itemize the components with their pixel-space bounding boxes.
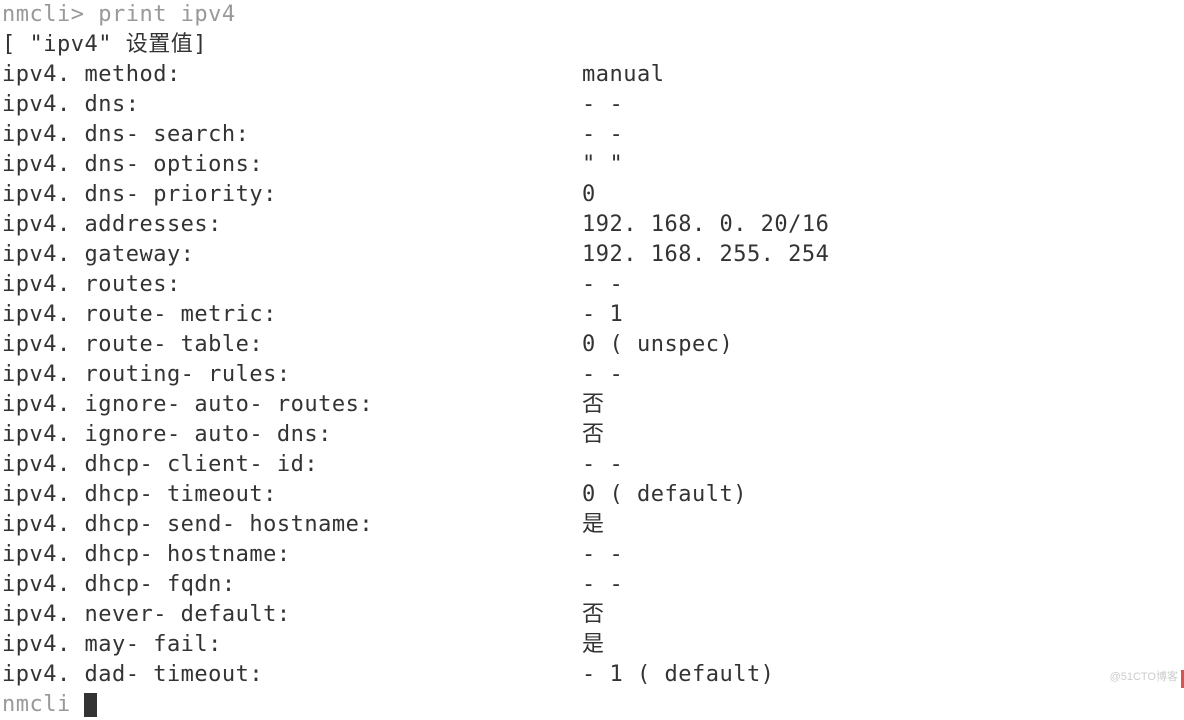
- property-key: ipv4. dns- options:: [2, 150, 582, 180]
- property-key: ipv4. dns:: [2, 90, 582, 120]
- property-key: ipv4. routing- rules:: [2, 360, 582, 390]
- terminal-output[interactable]: nmcli> print ipv4 [ "ipv4" 设置值] ipv4. me…: [0, 0, 1184, 720]
- property-value: 否: [582, 390, 605, 420]
- property-key: ipv4. never- default:: [2, 600, 582, 630]
- property-value: manual: [582, 60, 664, 90]
- cursor-block: [84, 693, 97, 717]
- property-value: 0: [582, 180, 596, 210]
- property-value: 是: [582, 510, 605, 540]
- property-key: ipv4. dns- search:: [2, 120, 582, 150]
- property-row: ipv4. dad- timeout:- 1 ( default): [2, 660, 1182, 690]
- property-row: ipv4. dhcp- fqdn:- -: [2, 570, 1182, 600]
- property-value: - -: [582, 540, 623, 570]
- property-key: ipv4. dhcp- hostname:: [2, 540, 582, 570]
- property-value: 否: [582, 420, 605, 450]
- properties-list: ipv4. method:manualipv4. dns:- -ipv4. dn…: [2, 60, 1182, 690]
- property-key: ipv4. dad- timeout:: [2, 660, 582, 690]
- property-value: - -: [582, 90, 623, 120]
- property-row: ipv4. dns- options:" ": [2, 150, 1182, 180]
- property-row: ipv4. route- metric:- 1: [2, 300, 1182, 330]
- property-key: ipv4. addresses:: [2, 210, 582, 240]
- property-row: ipv4. may- fail:是: [2, 630, 1182, 660]
- property-key: ipv4. dhcp- client- id:: [2, 450, 582, 480]
- property-value: - -: [582, 270, 623, 300]
- property-value: - -: [582, 450, 623, 480]
- property-key: ipv4. gateway:: [2, 240, 582, 270]
- property-key: ipv4. dns- priority:: [2, 180, 582, 210]
- property-value: 192. 168. 0. 20/16: [582, 210, 829, 240]
- property-value: - 1: [582, 300, 623, 330]
- property-row: ipv4. dhcp- hostname:- -: [2, 540, 1182, 570]
- property-row: ipv4. ignore- auto- routes:否: [2, 390, 1182, 420]
- property-key: ipv4. method:: [2, 60, 582, 90]
- property-value: - -: [582, 570, 623, 600]
- property-value: " ": [582, 150, 623, 180]
- property-key: ipv4. dhcp- send- hostname:: [2, 510, 582, 540]
- property-key: ipv4. dhcp- timeout:: [2, 480, 582, 510]
- property-key: ipv4. route- metric:: [2, 300, 582, 330]
- command-line: nmcli> print ipv4: [2, 0, 1182, 30]
- property-value: 192. 168. 255. 254: [582, 240, 829, 270]
- property-key: ipv4. routes:: [2, 270, 582, 300]
- property-row: ipv4. gateway:192. 168. 255. 254: [2, 240, 1182, 270]
- property-row: ipv4. dhcp- send- hostname:是: [2, 510, 1182, 540]
- property-row: ipv4. dns- search:- -: [2, 120, 1182, 150]
- section-header: [ "ipv4" 设置值]: [2, 30, 1182, 60]
- property-value: 0 ( default): [582, 480, 747, 510]
- next-prompt-line: nmcli: [2, 690, 1182, 720]
- property-row: ipv4. ignore- auto- dns:否: [2, 420, 1182, 450]
- property-value: - -: [582, 360, 623, 390]
- property-key: ipv4. dhcp- fqdn:: [2, 570, 582, 600]
- property-row: ipv4. method:manual: [2, 60, 1182, 90]
- property-key: ipv4. may- fail:: [2, 630, 582, 660]
- property-key: ipv4. ignore- auto- dns:: [2, 420, 582, 450]
- property-key: ipv4. route- table:: [2, 330, 582, 360]
- property-value: 否: [582, 600, 605, 630]
- next-prompt-text: nmcli: [2, 692, 84, 717]
- property-key: ipv4. ignore- auto- routes:: [2, 390, 582, 420]
- property-row: ipv4. dns:- -: [2, 90, 1182, 120]
- property-row: ipv4. routing- rules:- -: [2, 360, 1182, 390]
- property-value: - -: [582, 120, 623, 150]
- property-row: ipv4. dhcp- client- id:- -: [2, 450, 1182, 480]
- property-row: ipv4. routes:- -: [2, 270, 1182, 300]
- property-row: ipv4. addresses:192. 168. 0. 20/16: [2, 210, 1182, 240]
- property-value: 是: [582, 630, 605, 660]
- watermark-text: @51CTO博客: [1110, 668, 1178, 684]
- property-row: ipv4. never- default:否: [2, 600, 1182, 630]
- property-row: ipv4. dns- priority:0: [2, 180, 1182, 210]
- property-row: ipv4. route- table:0 ( unspec): [2, 330, 1182, 360]
- property-value: 0 ( unspec): [582, 330, 733, 360]
- property-row: ipv4. dhcp- timeout:0 ( default): [2, 480, 1182, 510]
- property-value: - 1 ( default): [582, 660, 774, 690]
